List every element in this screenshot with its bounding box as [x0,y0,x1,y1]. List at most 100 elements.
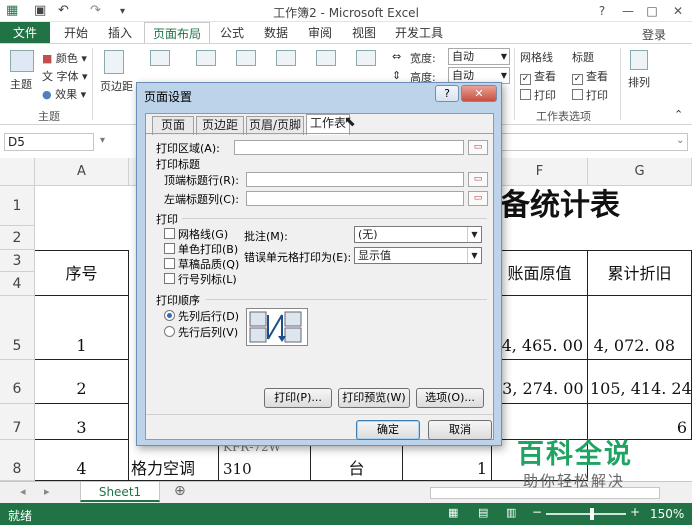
arrange-button[interactable]: 排列 [628,74,650,90]
header-cell-g[interactable]: 累计折旧 [588,250,692,296]
zoom-out-icon[interactable]: − [532,505,542,519]
scroll-left-icon[interactable]: ◂ [20,485,26,498]
left-cols-input[interactable] [246,191,464,206]
colors-button[interactable]: ■ 颜色 ▾ [42,50,87,66]
cell-a7[interactable]: 3 [35,404,129,440]
mono-checkbox[interactable]: 单色打印(B) [164,241,238,257]
minimize-button[interactable]: — [618,2,638,20]
print-area-input[interactable] [234,140,464,155]
fonts-button[interactable]: 文 字体 ▾ [42,68,88,84]
width-select[interactable]: 自动 ▼ [448,48,510,65]
dialog-close-button[interactable]: ✕ [461,85,497,102]
gridlines-print-checkbox[interactable]: 打印 [520,87,556,103]
row-header-4[interactable]: 4 [0,272,35,296]
maximize-button[interactable]: □ [642,2,662,20]
cell-g6[interactable]: 105, 414. 24 [588,360,692,404]
headings-checkbox[interactable]: 行号列标(L) [164,271,237,287]
login-link[interactable]: 登录 [642,26,666,43]
ok-button[interactable]: 确定 [356,420,420,440]
cell-f6[interactable]: 13, 274. 00 [492,360,588,404]
column-header-f[interactable]: F [492,158,588,186]
orientation-icon[interactable] [150,50,170,66]
errors-select[interactable]: 显示值 ▼ [354,247,482,264]
scroll-right-icon[interactable]: ▸ [44,485,50,498]
row-header-3[interactable]: 3 [0,250,35,272]
gridlines-checkbox[interactable]: 网格线(G) [164,226,228,242]
zoom-in-icon[interactable]: + [630,505,640,519]
background-icon[interactable] [316,50,336,66]
draft-checkbox[interactable]: 草稿品质(Q) [164,256,239,272]
options-button[interactable]: 选项(O)... [416,388,484,408]
breaks-icon[interactable] [276,50,296,66]
over-then-down-radio[interactable]: 先行后列(V) [164,324,238,340]
expand-formula-icon[interactable]: ⌄ [676,135,684,146]
column-header-a[interactable]: A [35,158,129,186]
page-break-view-icon[interactable]: ▥ [506,506,516,519]
tab-file[interactable]: 文件 [0,22,50,44]
headings-view-checkbox[interactable]: ✓ 查看 [572,68,608,85]
down-then-over-radio[interactable]: 先列后行(D) [164,308,239,324]
tab-insert[interactable]: 插入 [100,22,140,44]
top-rows-collapse-icon[interactable]: ▭ [468,172,488,187]
select-all-corner[interactable] [0,158,35,186]
row-header-8[interactable]: 8 [0,440,35,481]
tab-data[interactable]: 数据 [256,22,296,44]
print-preview-button[interactable]: 打印预览(W) [338,388,410,408]
cell-a8[interactable]: 4 [35,440,129,481]
row-header-7[interactable]: 7 [0,404,35,440]
name-box[interactable]: D5 [4,133,94,151]
tab-page-layout[interactable]: 页面布局 [144,22,210,44]
collapse-ribbon-icon[interactable]: ⌃ [674,108,683,121]
header-cell-f[interactable]: 账面原值 [492,250,588,296]
left-cols-collapse-icon[interactable]: ▭ [468,191,488,206]
margins-button[interactable]: 页边距 [100,78,133,94]
help-button[interactable]: ? [592,2,612,20]
cell-f5[interactable]: 4, 465. 00 [492,296,588,360]
tab-home[interactable]: 开始 [56,22,96,44]
cell-a6[interactable]: 2 [35,360,129,404]
tab-developer[interactable]: 开发工具 [390,22,448,44]
row-header-5[interactable]: 5 [0,296,35,360]
effects-button[interactable]: ● 效果 ▾ [42,86,86,102]
margins-icon[interactable] [104,50,124,74]
headings-print-checkbox[interactable]: 打印 [572,87,608,103]
comments-select[interactable]: (无) ▼ [354,226,482,243]
header-cell-no[interactable]: 序号 [35,250,129,296]
page-layout-view-icon[interactable]: ▤ [478,506,488,519]
theme-button[interactable]: 主题 [10,76,32,92]
name-box-dropdown-icon[interactable]: ▾ [100,135,105,146]
gridlines-view-checkbox[interactable]: ✓ 查看 [520,68,556,85]
row-header-1[interactable]: 1 [0,186,35,226]
zoom-level[interactable]: 150% [650,507,684,521]
arrange-icon[interactable] [630,50,648,70]
checkbox-icon [164,273,175,284]
normal-view-icon[interactable]: ▦ [448,506,458,519]
cell-g5[interactable]: 4, 072. 08 [588,296,692,360]
cell-d8[interactable]: 台 [311,440,403,481]
add-sheet-icon[interactable]: ⊕ [174,483,186,499]
size-icon[interactable] [196,50,216,66]
top-rows-input[interactable] [246,172,464,187]
column-header-g[interactable]: G [588,158,692,186]
print-titles-icon[interactable] [356,50,376,66]
print-area-collapse-icon[interactable]: ▭ [468,140,488,155]
cancel-button[interactable]: 取消 [428,420,492,440]
tab-review[interactable]: 审阅 [300,22,340,44]
print-button[interactable]: 打印(P)... [264,388,332,408]
tab-view[interactable]: 视图 [344,22,384,44]
cell-e8[interactable]: 1 [403,440,492,481]
sheet-tab-sheet1[interactable]: Sheet1 [80,482,160,502]
zoom-slider[interactable] [546,508,626,520]
row-header-6[interactable]: 6 [0,360,35,404]
cell-b8[interactable]: 格力空调 [129,440,219,481]
theme-icon[interactable] [10,50,34,72]
print-area-icon[interactable] [236,50,256,66]
cell-a5[interactable]: 1 [35,296,129,360]
row-header-2[interactable]: 2 [0,226,35,250]
sheet-title-cell[interactable]: 备统计表 [500,186,692,226]
tab-formulas[interactable]: 公式 [214,22,250,44]
dialog-help-button[interactable]: ? [435,85,459,102]
close-button[interactable]: ✕ [668,2,688,20]
cell-c8[interactable]: KFR-72W 310 [219,440,311,481]
zoom-slider-thumb[interactable] [590,508,594,520]
